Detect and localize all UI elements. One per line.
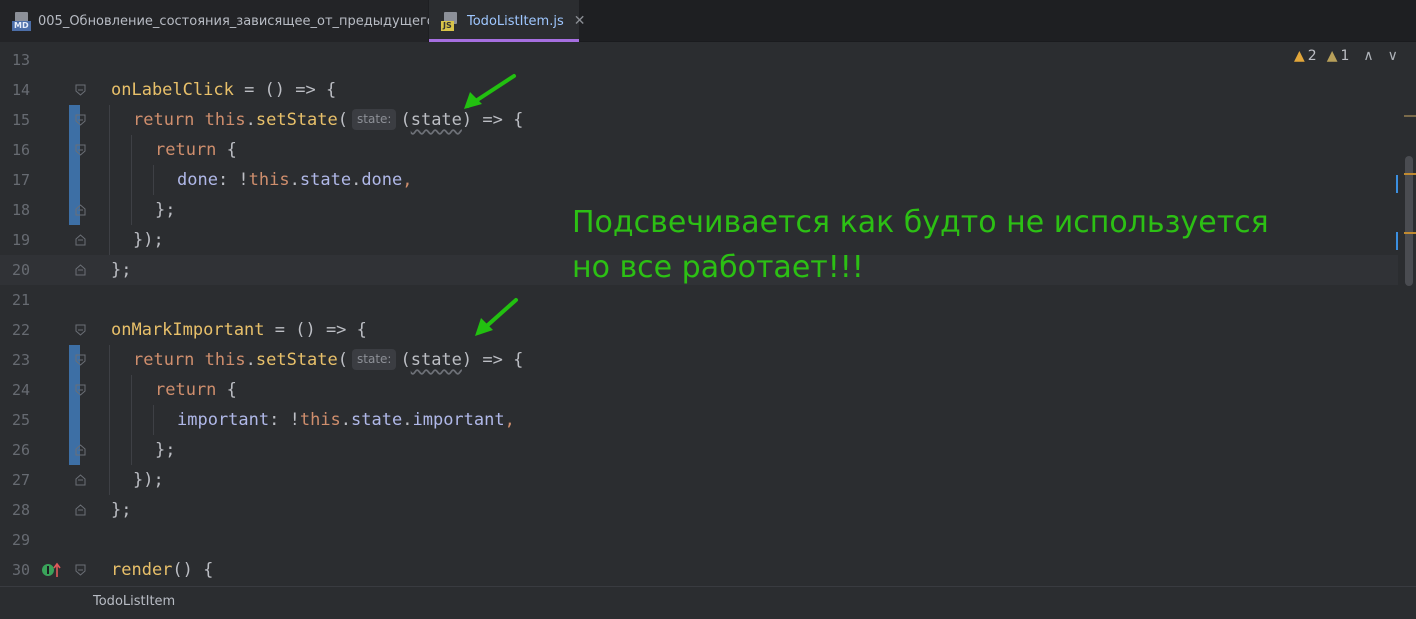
code-line: important: !this.state.important,	[177, 410, 515, 430]
parameter-hint: state:	[352, 109, 397, 130]
weak-warning-icon: ▲	[1326, 48, 1338, 64]
editor-tab-bar: MD 005_Обновление_состояния_зависящее_от…	[0, 0, 1416, 42]
chevron-down-icon[interactable]: ∨	[1388, 48, 1398, 64]
line-number: 21	[11, 291, 30, 309]
arrow-annotation	[475, 298, 518, 336]
breadcrumb-bar: TodoListItem	[0, 586, 1416, 619]
code-line: onLabelClick = () => {	[111, 80, 337, 100]
parameter-hint: state:	[352, 349, 397, 370]
code-line: render() {	[111, 560, 214, 580]
tab-markdown-file[interactable]: MD 005_Обновление_состояния_зависящее_от…	[0, 0, 482, 42]
annotation-text: Подсвечивается как будто не используется…	[572, 205, 1269, 285]
code-line: return {	[155, 140, 237, 160]
vertical-scrollbar[interactable]	[1405, 156, 1413, 286]
code-line: done: !this.state.done,	[177, 170, 413, 190]
inspections-widget[interactable]: ▲ 2 ▲ 1 ∧ ∨	[1294, 46, 1398, 66]
chevron-up-icon[interactable]: ∧	[1363, 48, 1373, 64]
code-line: return this.setState(state: (state) => {	[133, 109, 524, 130]
code-line: return this.setState(state: (state) => {	[133, 349, 524, 370]
code-editor[interactable]: 13 14 15 16 17 18 19 20 21 22 23 24 25 26 27 28 29 30 onL…	[0, 42, 1416, 586]
code-line: });	[133, 470, 164, 490]
tab-label: 005_Обновление_состояния_зависящее_от_пр…	[38, 13, 460, 29]
warning-icon: ▲	[1294, 48, 1305, 64]
tab-todolistitem-js[interactable]: JS TodoListItem.js ✕	[429, 0, 585, 42]
code-line: };	[111, 500, 132, 520]
close-icon[interactable]: ✕	[574, 13, 586, 29]
line-number: 13	[11, 51, 30, 69]
unused-parameter: state	[410, 350, 462, 370]
code-line: };	[155, 440, 176, 460]
unused-parameter: state	[410, 110, 462, 130]
arrow-annotation	[464, 74, 516, 109]
tab-label: TodoListItem.js	[467, 13, 564, 29]
js-file-icon: JS	[441, 11, 461, 31]
code-line: return {	[155, 380, 237, 400]
line-number: 29	[11, 531, 30, 549]
code-line: onMarkImportant = () => {	[111, 320, 367, 340]
md-file-icon: MD	[12, 11, 32, 31]
override-icon[interactable]	[40, 560, 64, 580]
breadcrumb[interactable]: TodoListItem	[93, 594, 175, 609]
